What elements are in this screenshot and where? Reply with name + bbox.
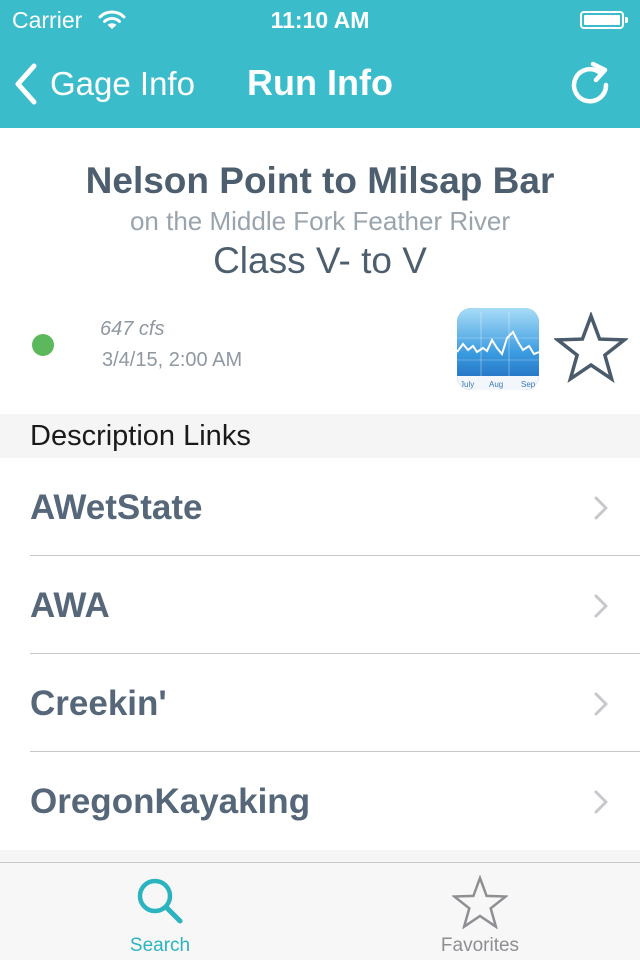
link-label: AWA <box>30 586 110 625</box>
chevron-right-icon <box>594 790 608 819</box>
link-label: AWetState <box>30 488 203 527</box>
battery-icon <box>580 11 628 29</box>
section-title: Description Links <box>30 420 251 452</box>
tab-search[interactable]: Search <box>0 863 320 961</box>
chevron-right-icon <box>594 496 608 525</box>
favorite-button[interactable] <box>552 310 630 384</box>
chevron-right-icon <box>594 594 608 623</box>
flow-value: 647 cfs <box>100 318 165 340</box>
flow-graph-button[interactable]: July Aug Sep <box>457 308 539 390</box>
back-button[interactable]: Gage Info <box>14 60 195 108</box>
link-label: Creekin' <box>30 684 167 723</box>
graph-month-1: July <box>460 380 474 389</box>
run-class: Class V- to V <box>213 240 427 281</box>
graph-month-3: Sep <box>521 380 536 389</box>
navigation-bar: Gage Info Run Info <box>0 40 640 128</box>
status-time: 11:10 AM <box>270 7 370 33</box>
flow-status-indicator <box>32 334 54 356</box>
chevron-left-icon <box>14 63 38 105</box>
stock-graph-icon: July Aug Sep <box>457 308 539 390</box>
refresh-icon <box>566 61 614 112</box>
star-icon <box>552 310 630 388</box>
tab-favorites[interactable]: Favorites <box>320 863 640 961</box>
search-icon <box>0 875 320 927</box>
run-name: Nelson Point to Milsap Bar <box>85 160 555 201</box>
run-river: on the Middle Fork Feather River <box>129 206 511 236</box>
link-row-awa[interactable]: AWA <box>0 556 640 654</box>
description-links-list: AWetState AWA Creekin' OregonKayaking <box>0 458 640 850</box>
link-label: OregonKayaking <box>30 782 311 821</box>
graph-month-2: Aug <box>489 380 503 389</box>
link-row-awetstate[interactable]: AWetState <box>0 458 640 556</box>
link-row-creekin[interactable]: Creekin' <box>0 654 640 752</box>
star-icon <box>320 875 640 929</box>
tab-search-label: Search <box>129 935 191 956</box>
tab-bar: Search Favorites <box>0 862 640 960</box>
status-bar: Carrier 11:10 AM <box>0 0 640 40</box>
link-row-oregonkayaking[interactable]: OregonKayaking <box>0 752 640 850</box>
back-button-label: Gage Info <box>50 65 195 102</box>
refresh-button[interactable] <box>566 60 614 108</box>
section-header-description-links: Description Links <box>0 414 640 458</box>
flow-timestamp: 3/4/15, 2:00 AM <box>102 349 243 371</box>
chevron-right-icon <box>594 692 608 721</box>
top-bar: Carrier 11:10 AM Gage Info Run Info <box>0 0 640 128</box>
tab-favorites-label: Favorites <box>440 935 520 956</box>
